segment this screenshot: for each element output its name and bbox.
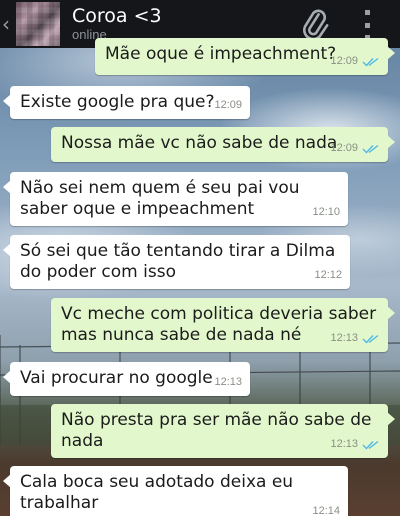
message-text: Vai procurar no google bbox=[20, 368, 213, 388]
message-text: Não presta pra ser mãe não sabe de nada bbox=[61, 410, 372, 451]
message-text: Nossa mãe vc não sabe de nada bbox=[61, 133, 338, 153]
message-time: 12:13 bbox=[214, 376, 242, 388]
message-meta: 12:10 bbox=[312, 202, 340, 223]
avatar[interactable] bbox=[16, 2, 60, 46]
message-text: Vc meche com politica deveria saber mas … bbox=[61, 304, 377, 345]
message-bubble-incoming[interactable]: Só sei que tão tentando tirar a Dilma do… bbox=[3, 235, 350, 289]
message-text: Só sei que tão tentando tirar a Dilma do… bbox=[20, 241, 336, 282]
message-meta: 12:12 bbox=[314, 265, 342, 286]
overflow-menu-icon[interactable] bbox=[362, 10, 372, 40]
message-bubble-incoming[interactable]: Existe google pra que? 12:09 bbox=[3, 86, 250, 119]
message-meta: 12:09 bbox=[330, 138, 380, 159]
message-meta: 12:13 bbox=[330, 434, 380, 455]
message-time: 12:13 bbox=[330, 438, 358, 450]
double-check-icon bbox=[362, 334, 379, 344]
message-meta: 12:13 bbox=[214, 372, 242, 393]
message-time: 12:14 bbox=[312, 505, 340, 516]
message-time: 12:09 bbox=[214, 99, 242, 111]
message-bubble-outgoing[interactable]: Mãe oque é impeachment? 12:09 bbox=[95, 38, 395, 75]
message-time: 12:12 bbox=[314, 269, 342, 281]
message-meta: 12:09 bbox=[214, 95, 242, 116]
message-time: 12:13 bbox=[330, 332, 358, 344]
contact-name: Coroa <3 bbox=[72, 5, 162, 27]
message-bubble-incoming[interactable]: Cala boca seu adotado deixa eu trabalhar… bbox=[3, 466, 348, 516]
message-meta: 12:09 bbox=[330, 51, 380, 72]
message-meta: 12:13 bbox=[330, 328, 380, 349]
message-time: 12:10 bbox=[312, 206, 340, 218]
paperclip-icon[interactable] bbox=[298, 8, 332, 42]
message-meta: 12:14 bbox=[312, 501, 340, 516]
double-check-icon bbox=[362, 144, 379, 154]
message-bubble-incoming[interactable]: Não sei nem quem é seu pai vou saber oqu… bbox=[3, 172, 348, 226]
message-text: Cala boca seu adotado deixa eu trabalhar bbox=[20, 472, 294, 513]
message-bubble-outgoing[interactable]: Nossa mãe vc não sabe de nada 12:09 bbox=[51, 127, 395, 162]
message-text: Não sei nem quem é seu pai vou saber oqu… bbox=[20, 178, 300, 219]
message-time: 12:09 bbox=[330, 142, 358, 154]
message-bubble-outgoing[interactable]: Não presta pra ser mãe não sabe de nada … bbox=[51, 404, 395, 458]
message-text: Mãe oque é impeachment? bbox=[105, 44, 337, 64]
message-text: Existe google pra que? bbox=[20, 92, 215, 112]
message-bubble-incoming[interactable]: Vai procurar no google 12:13 bbox=[3, 362, 250, 396]
double-check-icon bbox=[362, 57, 379, 67]
double-check-icon bbox=[362, 440, 379, 450]
message-time: 12:09 bbox=[330, 55, 358, 67]
chevron-left-icon[interactable]: ‹ bbox=[2, 12, 14, 36]
message-bubble-outgoing[interactable]: Vc meche com politica deveria saber mas … bbox=[51, 298, 395, 352]
